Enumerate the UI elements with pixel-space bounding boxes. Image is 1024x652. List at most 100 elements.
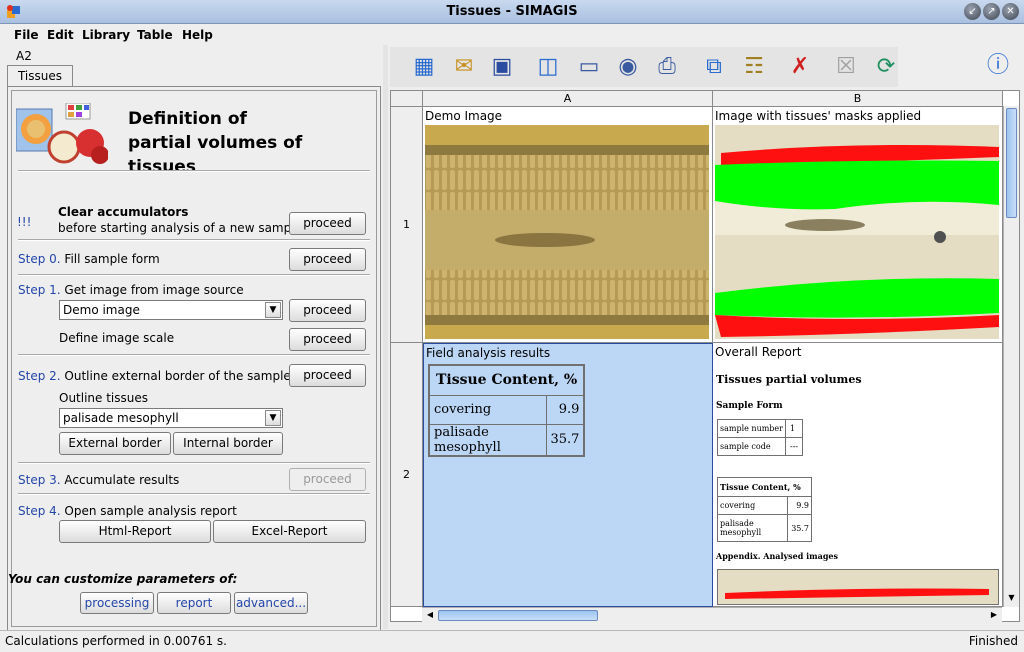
excel-report-button[interactable]: Excel-Report	[213, 520, 366, 543]
tissues-logo-image	[16, 103, 108, 164]
cell-b2[interactable]: Overall Report Tissues partial volumes S…	[713, 343, 1003, 607]
processing-button[interactable]: processing	[80, 592, 154, 614]
camera-icon[interactable]: ◉	[614, 53, 642, 81]
minimize-icon[interactable]: ↙	[964, 3, 981, 20]
table-header: Tissue Content, %	[428, 364, 585, 396]
tab-tissues[interactable]: Tissues	[7, 65, 73, 87]
step1-proceed-button[interactable]: proceed	[289, 299, 366, 322]
separator	[18, 239, 370, 241]
scroll-thumb[interactable]	[1006, 108, 1017, 218]
remove-icon[interactable]: ☒	[832, 53, 860, 81]
column-header-a[interactable]: A	[423, 91, 713, 107]
cell-title: Image with tissues' masks applied	[715, 109, 922, 123]
horizontal-scrollbar[interactable]: ◀ ▶	[422, 607, 1002, 623]
separator	[18, 170, 370, 172]
masked-image	[715, 125, 999, 339]
pane-splitter[interactable]	[383, 45, 388, 629]
menu-table[interactable]: Table	[137, 28, 173, 42]
cell-title: Demo Image	[425, 109, 503, 123]
table-row: covering 9.9	[428, 394, 585, 425]
cell-title: Field analysis results	[426, 346, 551, 360]
spreadsheet-grid: A B 1 2 Demo Image Image with tissues' m…	[390, 90, 1020, 622]
row-header-1[interactable]: 1	[391, 107, 423, 343]
step3-proceed-button[interactable]: proceed	[289, 468, 366, 491]
corner-header	[391, 91, 423, 107]
print-icon[interactable]: ⎙	[653, 53, 681, 81]
menu-library[interactable]: Library	[82, 28, 130, 42]
status-state: Finished	[968, 634, 1018, 648]
warning-marker: !!!	[17, 215, 32, 229]
paste-icon[interactable]: ☶	[740, 53, 768, 81]
new-table-icon[interactable]: ▦	[410, 53, 438, 81]
cell-a2[interactable]: Field analysis results Tissue Content, %…	[423, 343, 713, 607]
save-icon[interactable]: ▣	[488, 53, 516, 81]
row-header-2[interactable]: 2	[391, 343, 423, 607]
scroll-right-icon[interactable]: ▶	[988, 610, 1000, 621]
appendix-title: Appendix. Analysed images	[716, 551, 839, 561]
maximize-icon[interactable]: ↗	[983, 3, 1000, 20]
report-button[interactable]: report	[157, 592, 231, 614]
customize-label: You can customize parameters of:	[8, 572, 238, 586]
external-border-button[interactable]: External border	[59, 432, 171, 455]
menu-file[interactable]: File	[14, 28, 39, 42]
cell-b1[interactable]: Image with tissues' masks applied	[713, 107, 1003, 343]
tissues-panel: Definition of partial volumes of tissues…	[7, 86, 381, 631]
status-message: Calculations performed in 0.00761 s.	[5, 634, 227, 648]
step1-label: Step 1. Get image from image source	[18, 283, 244, 297]
vertical-scrollbar[interactable]: ▼	[1003, 106, 1019, 607]
image-source-icon[interactable]: ◫	[534, 53, 562, 81]
left-pane: A2 Tissues Definition of partial volumes…	[0, 45, 384, 631]
separator	[18, 274, 370, 276]
report-content-table: Tissue Content, % covering 9.9 palisade m…	[717, 477, 812, 542]
scroll-thumb[interactable]	[438, 610, 598, 621]
cell-a1[interactable]: Demo Image	[423, 107, 713, 343]
menu-help[interactable]: Help	[182, 28, 213, 42]
sample-form-title: Sample Form	[716, 401, 783, 411]
sample-form-table: sample number 1 sample code ---	[717, 419, 804, 456]
menu-bar: File Edit Library Table Help	[0, 25, 1024, 45]
column-header-b[interactable]: B	[713, 91, 1003, 107]
step0-label: Step 0. Fill sample form	[18, 252, 160, 266]
table-row: palisade mesophyll 35.7	[428, 423, 585, 456]
step4-label: Step 4. Open sample analysis report	[18, 504, 237, 518]
report-title: Tissues partial volumes	[716, 373, 862, 386]
title-bar: Tissues - SIMAGIS ↙ ↗ ✕	[0, 0, 1024, 24]
toolbar: ▦ ✉ ▣ ◫ ▭ ◉ ⎙ ⧉ ☶ ✗ ☒ ⟳	[390, 47, 898, 87]
status-bar: Calculations performed in 0.00761 s. Fin…	[0, 630, 1024, 652]
report-thumbnail	[717, 569, 999, 605]
copy-icon[interactable]: ⧉	[700, 53, 728, 81]
delete-icon[interactable]: ✗	[786, 53, 814, 81]
step2-proceed-button[interactable]: proceed	[289, 364, 366, 387]
scroll-left-icon[interactable]: ◀	[424, 610, 436, 621]
html-report-button[interactable]: Html-Report	[59, 520, 211, 543]
window-title: Tissues - SIMAGIS	[446, 4, 578, 19]
menu-edit[interactable]: Edit	[47, 28, 74, 42]
scroll-down-icon[interactable]: ▼	[1006, 593, 1017, 605]
demo-image	[425, 125, 709, 339]
image-scale-label: Define image scale	[59, 331, 175, 345]
refresh-icon[interactable]: ⟳	[872, 53, 900, 81]
step3-label: Step 3. Accumulate results	[18, 473, 180, 487]
image-source-select[interactable]: Demo image ▼	[59, 300, 283, 320]
cell-reference: A2	[16, 49, 32, 63]
step2-label: Step 2. Outline external border of the s…	[18, 369, 291, 383]
scale-proceed-button[interactable]: proceed	[289, 328, 366, 351]
separator	[18, 493, 370, 495]
chevron-down-icon[interactable]: ▼	[265, 302, 281, 318]
info-icon[interactable]: ⓘ	[984, 52, 1012, 80]
close-icon[interactable]: ✕	[1002, 3, 1019, 20]
clear-accumulators-hint: before starting analysis of a new sample	[58, 221, 302, 235]
scanner-icon[interactable]: ▭	[575, 53, 603, 81]
advanced-button[interactable]: advanced...	[234, 592, 308, 614]
tissue-select[interactable]: palisade mesophyll ▼	[59, 408, 283, 428]
step0-proceed-button[interactable]: proceed	[289, 248, 366, 271]
internal-border-button[interactable]: Internal border	[173, 432, 283, 455]
clear-accumulators-label: Clear accumulators	[58, 205, 189, 219]
separator	[18, 354, 370, 356]
clear-proceed-button[interactable]: proceed	[289, 212, 366, 235]
cell-title: Overall Report	[715, 345, 802, 359]
open-icon[interactable]: ✉	[450, 53, 478, 81]
outline-tissues-label: Outline tissues	[59, 391, 149, 405]
chevron-down-icon[interactable]: ▼	[265, 410, 281, 426]
panel-title: Definition of partial volumes of tissues	[128, 109, 303, 177]
